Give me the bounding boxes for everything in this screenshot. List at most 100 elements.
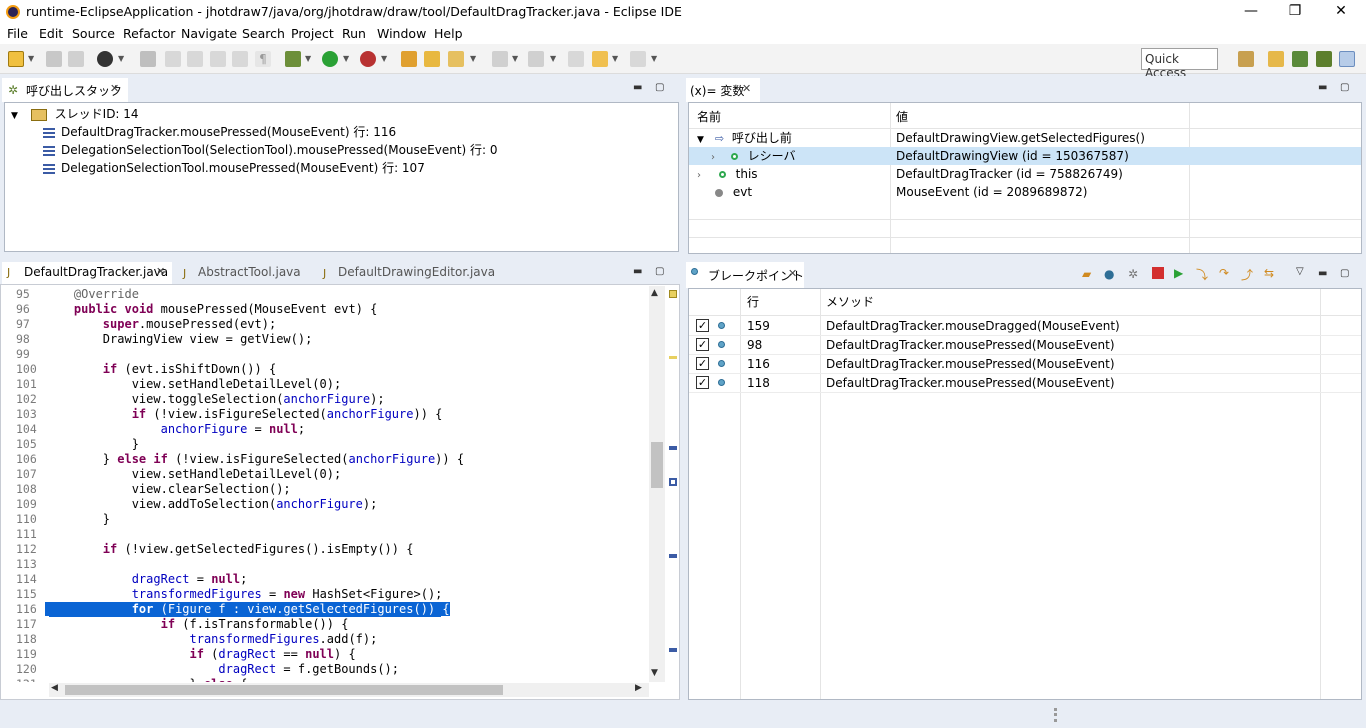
- code-text[interactable]: if (dragRect == null) {: [45, 647, 356, 661]
- close-icon[interactable]: ✕: [110, 82, 119, 95]
- line-number[interactable]: 103: [5, 407, 45, 422]
- line-number[interactable]: 106: [5, 452, 45, 467]
- chevron-down-icon[interactable]: ▼: [305, 53, 313, 65]
- line-number[interactable]: 113: [5, 557, 45, 572]
- chevron-down-icon[interactable]: ▼: [343, 53, 351, 65]
- close-icon[interactable]: ✕: [788, 267, 797, 280]
- tab-defaultdrawingeditor[interactable]: DefaultDrawingEditor.java: [338, 265, 495, 279]
- breakpoint-marker[interactable]: [669, 554, 677, 558]
- column-header-line[interactable]: 行: [747, 293, 759, 311]
- skip-all-breakpoints-icon[interactable]: ✲: [1128, 267, 1138, 281]
- open-folder-icon[interactable]: [424, 51, 440, 67]
- terminate-icon[interactable]: [1152, 267, 1164, 279]
- code-line[interactable]: 109 view.addToSelection(anchorFigure);: [5, 497, 649, 512]
- code-text[interactable]: }: [45, 512, 110, 526]
- chevron-down-icon[interactable]: ▼: [512, 53, 520, 65]
- breakpoint-row[interactable]: ✓ 118 DefaultDragTracker.mousePressed(Mous…: [689, 374, 1361, 393]
- resume-icon[interactable]: ▶: [1174, 266, 1183, 280]
- code-text[interactable]: DrawingView view = getView();: [45, 332, 313, 346]
- breakpoint-marker[interactable]: [669, 648, 677, 652]
- line-number[interactable]: 107: [5, 467, 45, 482]
- code-text[interactable]: } else {: [45, 677, 247, 682]
- line-number[interactable]: 101: [5, 377, 45, 392]
- menu-project[interactable]: Project: [291, 26, 334, 41]
- code-line[interactable]: 111: [5, 527, 649, 542]
- close-button[interactable]: ✕: [1318, 0, 1364, 24]
- open-folder-icon[interactable]: ▰: [1082, 267, 1091, 281]
- breakpoint-checkbox[interactable]: ✓: [696, 376, 709, 389]
- breakpoint-row[interactable]: ✓ 159 DefaultDragTracker.mouseDragged(Mous…: [689, 317, 1361, 336]
- code-line[interactable]: 95 @Override: [5, 287, 649, 302]
- horizontal-scrollbar[interactable]: ◀ ▶: [49, 683, 649, 697]
- debug-icon[interactable]: [1316, 51, 1332, 67]
- code-text[interactable]: transformedFigures = new HashSet<Figure>…: [45, 587, 443, 601]
- code-text[interactable]: public void mousePressed(MouseEvent evt)…: [45, 302, 377, 316]
- menu-help[interactable]: Help: [434, 26, 463, 41]
- code-text[interactable]: view.toggleSelection(anchorFigure);: [45, 392, 385, 406]
- close-icon[interactable]: ✕: [742, 82, 751, 95]
- chevron-down-icon[interactable]: ▼: [550, 53, 558, 65]
- code-line[interactable]: 106 } else if (!view.isFigureSelected(an…: [5, 452, 649, 467]
- open-perspective-icon[interactable]: [1238, 51, 1254, 67]
- prev-annotation-icon[interactable]: [528, 51, 544, 67]
- code-line[interactable]: 102 view.toggleSelection(anchorFigure);: [5, 392, 649, 407]
- use-step-filter-icon[interactable]: [210, 51, 226, 67]
- line-number[interactable]: 117: [5, 617, 45, 632]
- code-text[interactable]: super.mousePressed(evt);: [45, 317, 276, 331]
- forward-arrow-icon[interactable]: [630, 51, 646, 67]
- code-text[interactable]: if (!view.getSelectedFigures().isEmpty()…: [45, 542, 414, 556]
- code-text[interactable]: @Override: [45, 287, 139, 301]
- maximize-view-icon[interactable]: ▢: [1340, 268, 1349, 279]
- line-number[interactable]: 108: [5, 482, 45, 497]
- column-header-name[interactable]: 名前: [697, 108, 721, 126]
- line-number[interactable]: 104: [5, 422, 45, 437]
- status-grip[interactable]: [1054, 708, 1062, 722]
- line-number[interactable]: 118: [5, 632, 45, 647]
- last-edit-icon[interactable]: [568, 51, 584, 67]
- scroll-up-icon[interactable]: ▲: [651, 288, 658, 298]
- scroll-right-icon[interactable]: ▶: [635, 683, 642, 693]
- stack-frame[interactable]: DelegationSelectionTool(SelectionTool).m…: [43, 141, 498, 159]
- chevron-down-icon[interactable]: ▼: [118, 53, 126, 65]
- code-text[interactable]: view.setHandleDetailLevel(0);: [45, 377, 342, 391]
- chevron-right-icon[interactable]: ›: [697, 167, 715, 185]
- search-icon[interactable]: [448, 51, 464, 67]
- code-line[interactable]: 116 for (Figure f : view.getSelectedFigu…: [5, 602, 649, 617]
- view-menu-icon[interactable]: ▽: [1296, 266, 1304, 277]
- stack-frame[interactable]: DefaultDragTracker.mousePressed(MouseEve…: [43, 123, 396, 141]
- step-into-icon[interactable]: ⤵: [1196, 266, 1208, 283]
- code-line[interactable]: 115 transformedFigures = new HashSet<Fig…: [5, 587, 649, 602]
- code-text[interactable]: view.addToSelection(anchorFigure);: [45, 497, 378, 511]
- code-line[interactable]: 98 DrawingView view = getView();: [5, 332, 649, 347]
- variable-row[interactable]: › レシーバ: [711, 147, 796, 165]
- back-arrow-icon[interactable]: [592, 51, 608, 67]
- debug-perspective-icon[interactable]: [1292, 51, 1308, 67]
- line-number[interactable]: 112: [5, 542, 45, 557]
- layout-icon[interactable]: [1339, 51, 1355, 67]
- column-header-value[interactable]: 値: [896, 108, 908, 126]
- code-text[interactable]: dragRect = f.getBounds();: [45, 662, 399, 676]
- menu-edit[interactable]: Edit: [39, 26, 63, 41]
- menu-search[interactable]: Search: [242, 26, 285, 41]
- code-text[interactable]: anchorFigure = null;: [45, 422, 306, 436]
- minimize-button[interactable]: —: [1228, 0, 1274, 24]
- step-over-icon[interactable]: ↷: [1219, 266, 1229, 280]
- line-number[interactable]: 100: [5, 362, 45, 377]
- pilcrow-icon[interactable]: ¶: [255, 51, 271, 67]
- chevron-down-icon[interactable]: ▼: [381, 53, 389, 65]
- code-text[interactable]: dragRect = null;: [45, 572, 248, 586]
- occurrence-marker[interactable]: [669, 356, 677, 359]
- thread-row[interactable]: ▼ スレッドID: 14: [11, 105, 139, 123]
- menu-source[interactable]: Source: [72, 26, 115, 41]
- toggle-block-icon[interactable]: [232, 51, 248, 67]
- debug-icon[interactable]: [285, 51, 301, 67]
- link-with-debug-view-icon[interactable]: ⇆: [1264, 266, 1274, 280]
- line-number[interactable]: 109: [5, 497, 45, 512]
- code-line[interactable]: 120 dragRect = f.getBounds();: [5, 662, 649, 677]
- variable-row[interactable]: evt: [715, 183, 752, 201]
- scroll-thumb[interactable]: [651, 442, 663, 488]
- chevron-down-icon[interactable]: ▼: [11, 107, 23, 125]
- line-number[interactable]: 99: [5, 347, 45, 362]
- code-text[interactable]: transformedFigures.add(f);: [45, 632, 378, 646]
- line-number[interactable]: 110: [5, 512, 45, 527]
